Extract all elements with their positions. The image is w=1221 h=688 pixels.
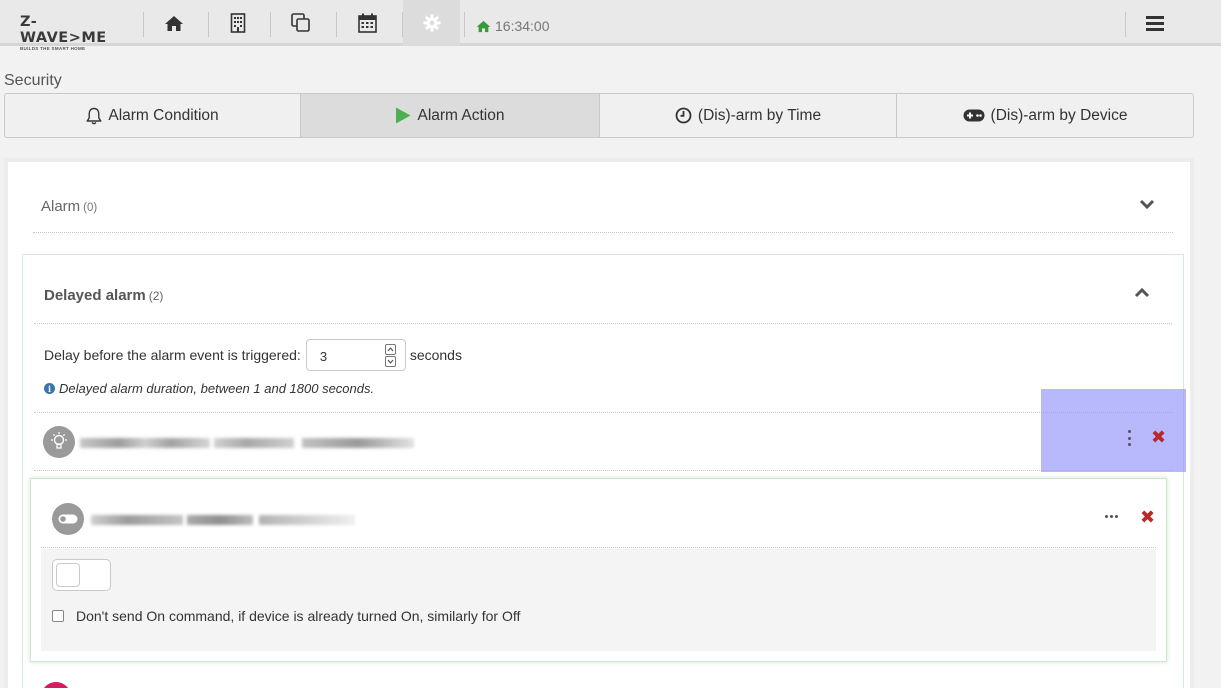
clock: 16:34:00 — [476, 18, 550, 34]
building-icon — [230, 13, 246, 33]
tab-label: Alarm Action — [417, 106, 505, 124]
calendar-icon — [357, 13, 377, 33]
clock-time: 16:34:00 — [495, 18, 550, 34]
elements-button[interactable] — [282, 0, 320, 46]
checkbox-label: Don't send On command, if device is alre… — [76, 608, 521, 624]
home-button[interactable] — [155, 0, 193, 46]
delete-icon[interactable]: ✖ — [1140, 509, 1155, 527]
copy-icon — [291, 13, 310, 32]
tab-label: (Dis)-arm by Time — [697, 106, 822, 124]
settings-button[interactable] — [403, 0, 460, 46]
divider — [208, 12, 209, 37]
skip-same-state-checkbox[interactable] — [52, 610, 64, 622]
tab-alarm-condition[interactable]: Alarm Condition — [5, 94, 301, 137]
divider — [464, 12, 465, 37]
tab-label: (Dis)-arm by Device — [990, 106, 1128, 124]
divider — [143, 12, 144, 37]
device-row — [34, 412, 1172, 471]
info-icon: i — [44, 383, 55, 394]
bell-icon — [86, 107, 102, 124]
page-title: Security — [4, 72, 62, 89]
delay-setting: Delay before the alarm event is triggere… — [44, 339, 462, 371]
alarm-count: (0) — [83, 202, 98, 214]
delay-hint: i Delayed alarm duration, between 1 and … — [44, 381, 374, 396]
top-navbar: Z-WAVE>ME BUILDS THE SMART HOME 16:34:00 — [0, 0, 1221, 51]
chevron-up-icon[interactable] — [1134, 287, 1150, 298]
blurred-device-name — [259, 515, 355, 525]
delete-icon[interactable]: ✖ — [1151, 429, 1166, 447]
events-button[interactable] — [348, 0, 386, 46]
divider — [270, 12, 271, 37]
action-card-body: Don't send On command, if device is alre… — [41, 549, 1156, 651]
delay-value: 3 — [319, 349, 328, 364]
gear-icon — [423, 14, 440, 32]
clock-icon — [675, 107, 692, 124]
divider — [1125, 12, 1126, 37]
action-card: ✖ Don't send On command, if device is al… — [30, 478, 1167, 662]
logo[interactable]: Z-WAVE>ME BUILDS THE SMART HOME — [20, 14, 120, 52]
hamburger-icon — [1146, 15, 1164, 31]
action-card-header: ✖ — [41, 479, 1156, 548]
delayed-alarm-header[interactable]: Delayed alarm (2) — [34, 255, 1172, 324]
delayed-alarm-count: (2) — [148, 289, 164, 303]
tab-alarm-action[interactable]: Alarm Action — [301, 94, 600, 137]
tab-disarm-by-time[interactable]: (Dis)-arm by Time — [600, 94, 897, 137]
more-horizontal-icon[interactable] — [1105, 515, 1118, 518]
gamepad-icon — [963, 109, 985, 122]
blurred-device-name — [80, 438, 210, 448]
lightbulb-icon — [43, 426, 75, 458]
chevron-down-icon[interactable] — [1139, 199, 1155, 210]
delay-label: Delay before the alarm event is triggere… — [44, 347, 301, 363]
skip-same-state-option: Don't send On command, if device is alre… — [52, 608, 520, 624]
home-icon — [476, 20, 491, 32]
delayed-alarm-title: Delayed alarm (2) — [44, 287, 164, 304]
tab-bar: Alarm Condition Alarm Action (Dis)-arm b… — [4, 93, 1194, 138]
alarm-section-header[interactable]: Alarm (0) — [33, 182, 1173, 233]
toggle-knob — [56, 563, 80, 587]
on-off-toggle[interactable] — [52, 559, 111, 591]
rooms-button[interactable] — [219, 0, 257, 46]
delay-hint-text: Delayed alarm duration, between 1 and 18… — [59, 381, 375, 396]
logo-text: Z-WAVE>ME — [20, 14, 107, 46]
more-vertical-icon[interactable] — [1127, 430, 1132, 446]
blurred-device-name — [91, 515, 183, 525]
home-icon — [165, 15, 183, 31]
blurred-device-name — [187, 515, 253, 525]
main-menu-button[interactable] — [1136, 0, 1174, 46]
spin-up-icon[interactable] — [384, 344, 396, 355]
tab-label: Alarm Condition — [108, 106, 219, 124]
tab-disarm-by-device[interactable]: (Dis)-arm by Device — [897, 94, 1193, 137]
logo-tagline: BUILDS THE SMART HOME — [20, 46, 86, 51]
switch-icon — [52, 503, 84, 535]
blurred-device-name — [302, 438, 414, 448]
divider — [336, 12, 337, 37]
spinner[interactable] — [384, 344, 398, 368]
play-icon — [396, 107, 411, 124]
delay-unit: seconds — [409, 347, 462, 363]
alarm-section-title: Alarm (0) — [41, 198, 98, 215]
blurred-device-name — [214, 438, 294, 448]
delay-seconds-input[interactable]: 3 — [305, 339, 406, 371]
spin-down-icon[interactable] — [384, 356, 396, 367]
